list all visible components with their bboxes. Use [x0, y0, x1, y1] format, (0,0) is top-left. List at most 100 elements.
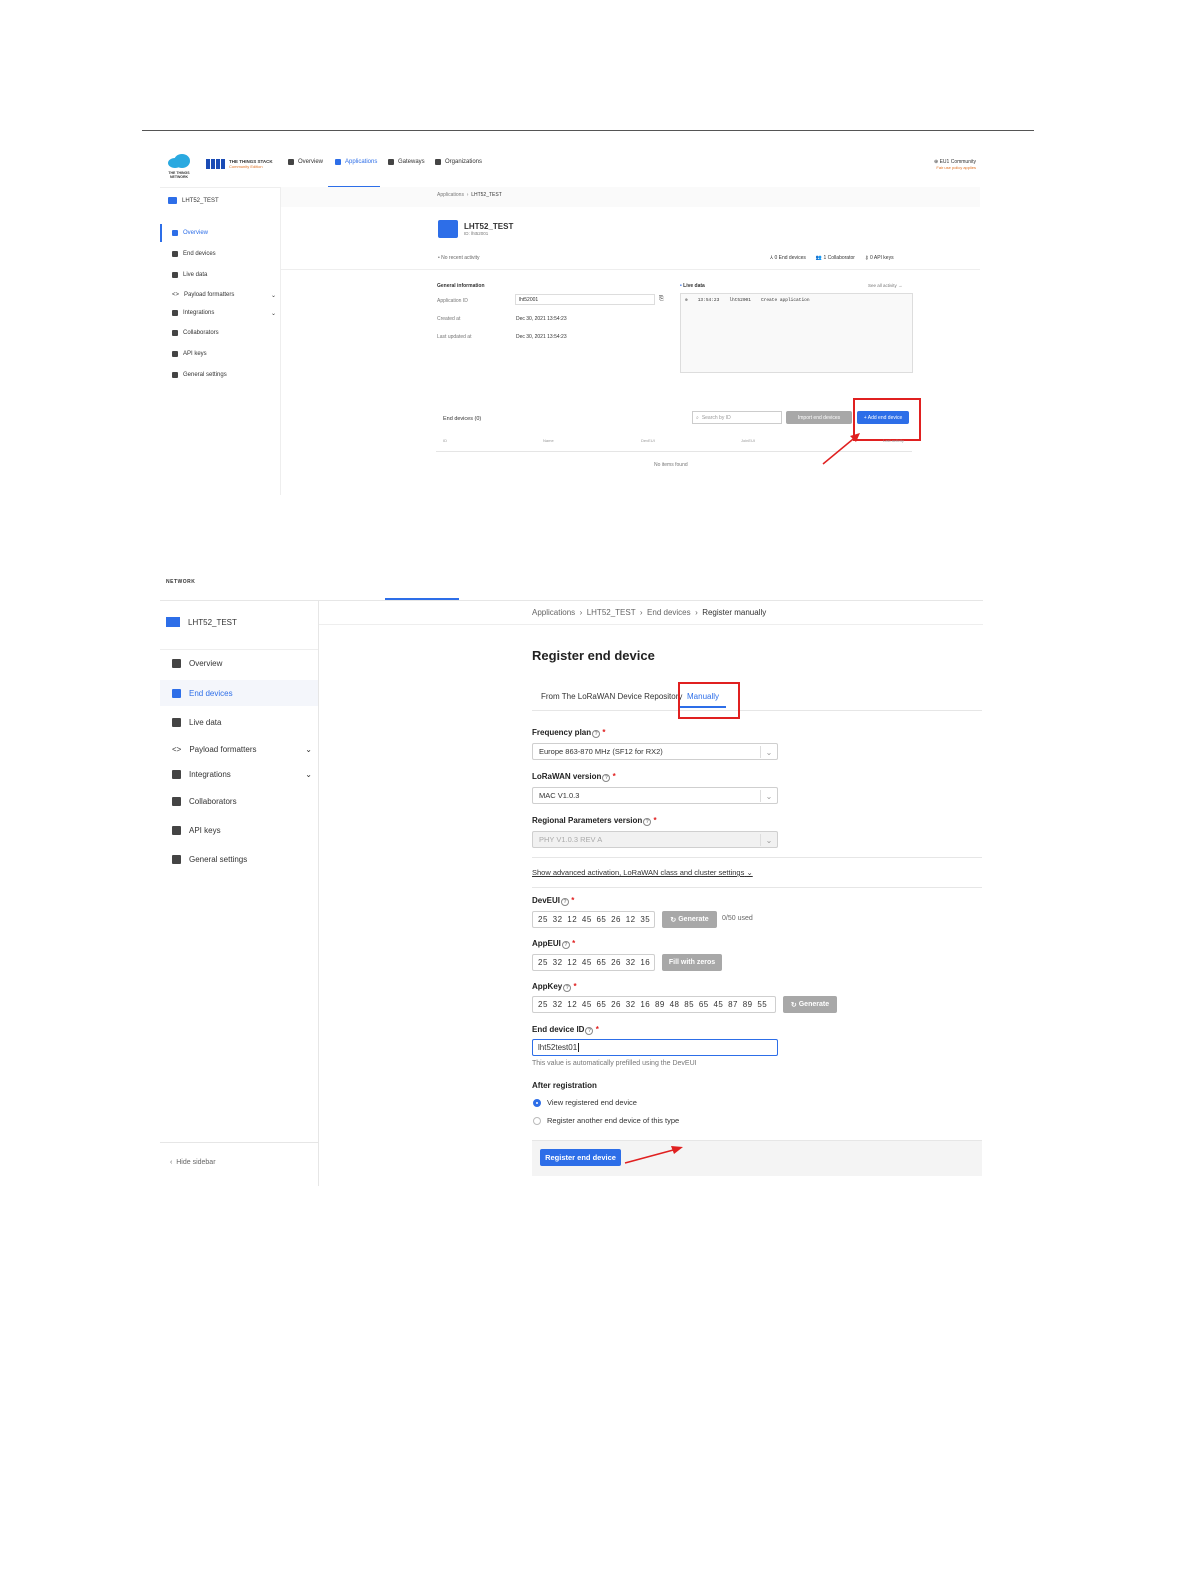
ttn-logo[interactable]: THE THINGS NETWORK: [166, 153, 192, 179]
top-header: NETWORK: [160, 578, 983, 601]
devices-icon: [172, 688, 181, 698]
see-all-activity-link[interactable]: See all activity →: [868, 283, 903, 288]
radio-view-registered[interactable]: View registered end device: [533, 1098, 637, 1107]
generate-appkey-button[interactable]: ↻ Generate: [783, 996, 837, 1013]
refresh-icon: ↻: [790, 1001, 797, 1009]
help-icon[interactable]: ?: [643, 818, 652, 826]
sidebar-item-end-devices[interactable]: End devices: [160, 680, 318, 706]
help-icon[interactable]: ?: [592, 730, 601, 738]
app-header: LHT52_TEST ID: lht52001: [438, 220, 513, 238]
app-icon: [166, 617, 180, 627]
sidebar-item-payload-formatters[interactable]: <> Payload formatters ⌄: [172, 740, 312, 758]
tab-from-repository[interactable]: From The LoRaWAN Device Repository: [541, 692, 682, 701]
sidebar-item-overview[interactable]: Overview: [172, 654, 222, 672]
app-header-title: LHT52_TEST: [464, 222, 514, 231]
application-id-field[interactable]: lht52001: [515, 294, 655, 305]
help-icon[interactable]: ?: [561, 898, 570, 906]
entry-time: 13:54:23: [697, 298, 720, 303]
chart-icon: [172, 272, 178, 278]
app-title: LHT52_TEST: [182, 197, 219, 204]
integrations-icon: [172, 769, 181, 779]
account-area[interactable]: ⊕ EU1 Community Fair use policy applies: [934, 159, 976, 170]
help-icon[interactable]: ?: [602, 774, 611, 782]
red-arrow-icon: [822, 433, 860, 465]
sidebar-item-integrations[interactable]: Integrations ⌄: [172, 308, 276, 318]
required-marker: *: [602, 728, 606, 737]
select-value: Europe 863-870 MHz (SF12 for RX2): [539, 747, 663, 756]
cloud-icon: [168, 154, 190, 168]
live-data-entry[interactable]: ⊕ 13:54:23 lht52001 Create application: [685, 298, 810, 303]
app-title: LHT52_TEST: [188, 617, 237, 627]
nav-applications[interactable]: Applications: [335, 159, 377, 165]
generate-deveui-button[interactable]: ↻ Generate: [662, 911, 717, 928]
nav-organizations[interactable]: Organizations: [435, 159, 482, 165]
nav-gateways[interactable]: Gateways: [388, 159, 425, 165]
nav-overview-label: Overview: [298, 159, 324, 165]
breadcrumb-item[interactable]: LHT52_TEST: [587, 608, 636, 617]
empty-table-message: No items found: [654, 462, 688, 468]
sidebar-item-general-settings[interactable]: General settings: [172, 370, 227, 380]
stat-end-devices[interactable]: ⅄ 0 End devices: [770, 255, 806, 261]
label-text: AppEUI: [532, 939, 561, 948]
radio-label: View registered end device: [547, 1098, 637, 1107]
help-icon[interactable]: ?: [563, 984, 572, 992]
import-end-devices-button[interactable]: Import end devices: [786, 411, 852, 424]
breadcrumb: Applications › LHT52_TEST › End devices …: [532, 608, 767, 617]
search-placeholder: Search by ID: [701, 414, 731, 421]
radio-register-another[interactable]: Register another end device of this type: [533, 1116, 679, 1125]
entry-text: Create application: [760, 298, 810, 303]
register-end-device-button[interactable]: Register end device: [540, 1149, 621, 1166]
sidebar-item-label: Integrations: [183, 310, 215, 316]
stat-collaborators[interactable]: 👥 1 Collaborator: [816, 255, 855, 261]
frequency-plan-select[interactable]: Europe 863-870 MHz (SF12 for RX2) ⌄: [532, 743, 778, 760]
chevron-down-icon: ⌄: [270, 310, 276, 317]
breadcrumb-item[interactable]: Applications: [532, 608, 575, 617]
devices-icon: ⅄: [770, 255, 774, 261]
sidebar-item-label: Overview: [189, 658, 223, 668]
hide-sidebar-button[interactable]: ‹ Hide sidebar: [170, 1159, 216, 1166]
fill-with-zeros-button[interactable]: Fill with zeros: [662, 954, 722, 971]
sidebar-item-label: End devices: [183, 251, 216, 257]
breadcrumb-item[interactable]: Applications: [437, 192, 464, 198]
appkey-input[interactable]: 25 32 12 45 65 26 32 16 89 48 85 65 45 8…: [532, 996, 776, 1013]
lorawan-version-select[interactable]: MAC V1.0.3 ⌄: [532, 787, 778, 804]
sidebar-item-payload-formatters[interactable]: <> Payload formatters ⌄: [172, 290, 276, 300]
end-device-id-input[interactable]: lht52test01: [532, 1039, 778, 1056]
advanced-settings-link[interactable]: Show advanced activation, LoRaWAN class …: [532, 868, 753, 877]
sidebar-item-integrations[interactable]: Integrations ⌄: [172, 765, 312, 783]
regional-params-select: PHY V1.0.3 REV A ⌄: [532, 831, 778, 848]
sidebar-item-live-data[interactable]: Live data: [172, 713, 221, 731]
help-icon[interactable]: ?: [561, 941, 570, 949]
people-icon: [172, 796, 181, 806]
nav-overview[interactable]: Overview: [288, 159, 323, 165]
sidebar-item-live-data[interactable]: Live data: [172, 270, 207, 280]
nav-applications-tab[interactable]: [328, 145, 380, 188]
after-registration-label: After registration: [532, 1081, 597, 1090]
sidebar-item-collaborators[interactable]: Collaborators: [172, 328, 219, 338]
copy-icon[interactable]: ⎘: [659, 296, 664, 303]
sidebar-item-api-keys[interactable]: API keys: [172, 349, 207, 359]
sidebar-app-title: LHT52_TEST: [166, 617, 237, 627]
divider: [160, 1142, 318, 1143]
radio-button[interactable]: [533, 1098, 541, 1107]
stat-api-keys[interactable]: ⚷ 0 API keys: [865, 255, 894, 261]
sidebar-item-overview[interactable]: Overview: [172, 228, 208, 238]
column-id[interactable]: ID: [443, 438, 447, 443]
sidebar-item-collaborators[interactable]: Collaborators: [172, 792, 237, 810]
radio-button[interactable]: [533, 1116, 541, 1125]
sidebar-item-general-settings[interactable]: General settings: [172, 850, 247, 868]
help-icon[interactable]: ?: [585, 1027, 594, 1035]
select-value: MAC V1.0.3: [539, 791, 580, 800]
sidebar-item-api-keys[interactable]: API keys: [172, 821, 221, 839]
appeui-input[interactable]: 25 32 12 45 65 26 32 16: [532, 954, 655, 971]
column-name[interactable]: Name: [543, 438, 554, 443]
chevron-down-icon: ⌄: [305, 769, 312, 779]
sidebar-item-end-devices[interactable]: End devices: [172, 249, 216, 259]
search-input[interactable]: ⌕ Search by ID: [692, 411, 782, 424]
deveui-label: DevEUI? *: [532, 896, 574, 906]
breadcrumb-item[interactable]: End devices: [647, 608, 691, 617]
deveui-input[interactable]: 25 32 12 45 65 26 12 35: [532, 911, 655, 928]
deveui-usage: 0/50 used: [722, 915, 753, 922]
dashboard-icon: [172, 230, 178, 236]
created-at-value: Dec 30, 2021 13:54:23: [516, 316, 567, 322]
